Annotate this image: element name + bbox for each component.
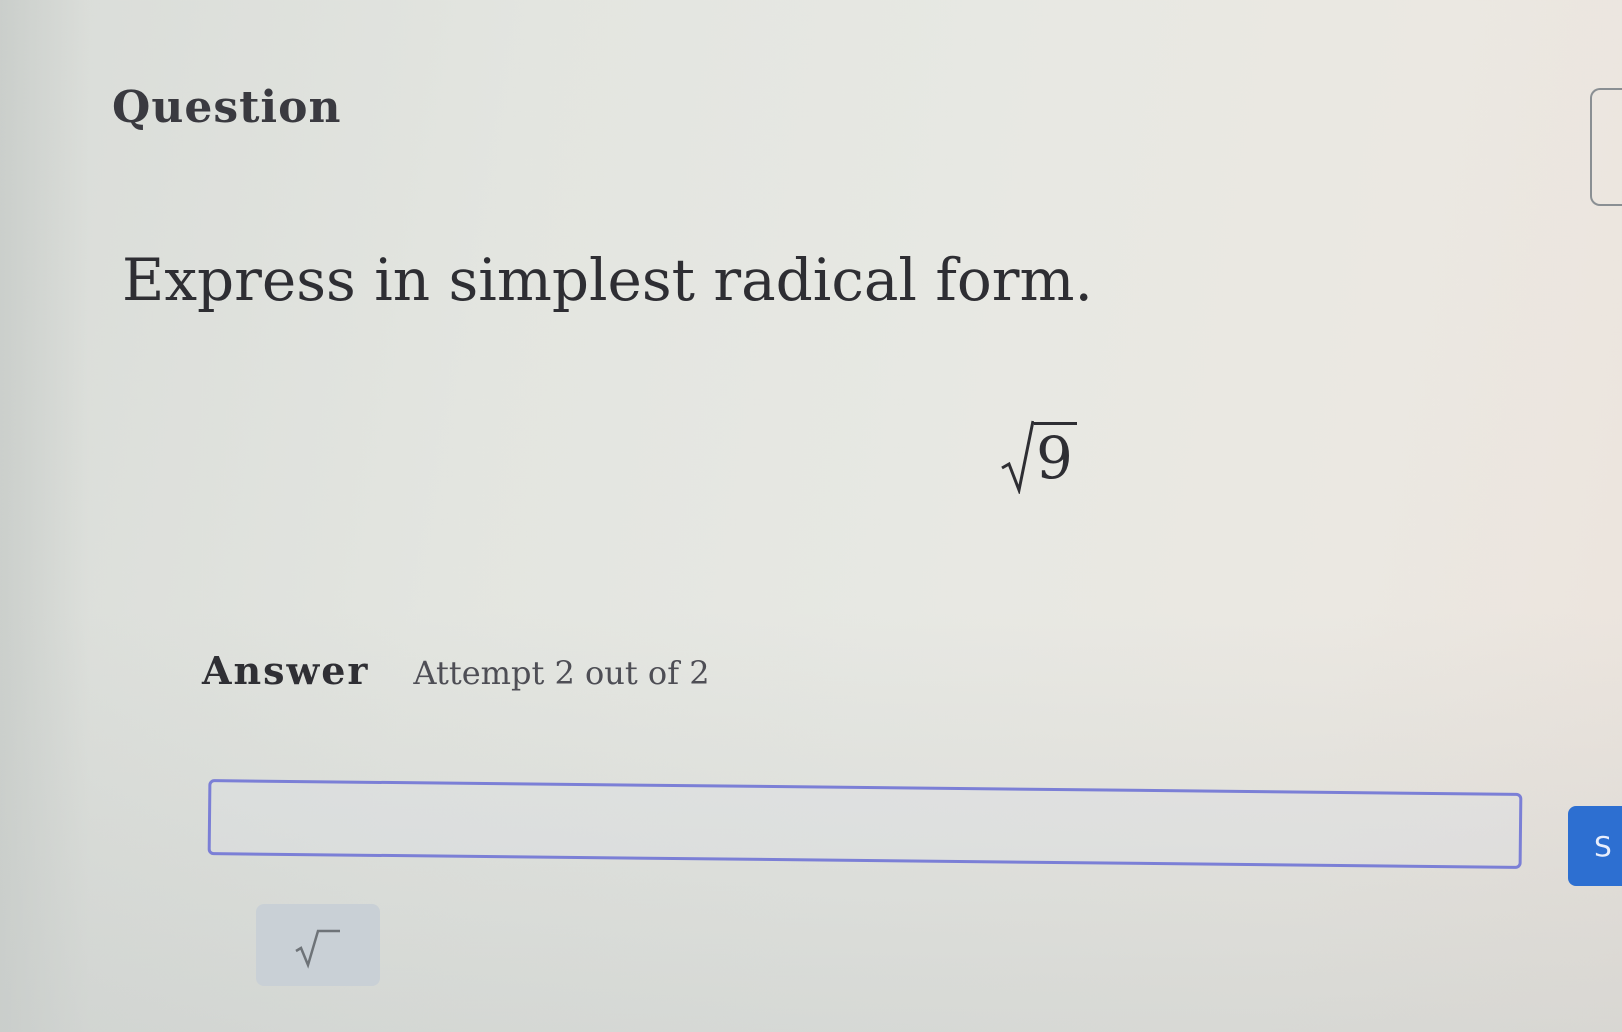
answer-label: Answer [202,648,370,693]
answer-input[interactable] [207,779,1523,869]
attempt-counter: Attempt 2 out of 2 [413,654,710,692]
radical-expression: 9 [1000,418,1077,498]
square-root-icon [295,929,340,969]
side-panel-edge [1590,88,1622,206]
answer-header: Answer Attempt 2 out of 2 [202,648,710,693]
radicand: 9 [1034,422,1077,492]
page-title: Question [112,82,342,133]
question-prompt: Express in simplest radical form. [122,246,1093,314]
insert-square-root-button[interactable] [256,904,380,986]
submit-button[interactable]: S [1568,806,1622,886]
left-shade [0,0,90,1032]
radical-sign-icon [1001,420,1034,494]
